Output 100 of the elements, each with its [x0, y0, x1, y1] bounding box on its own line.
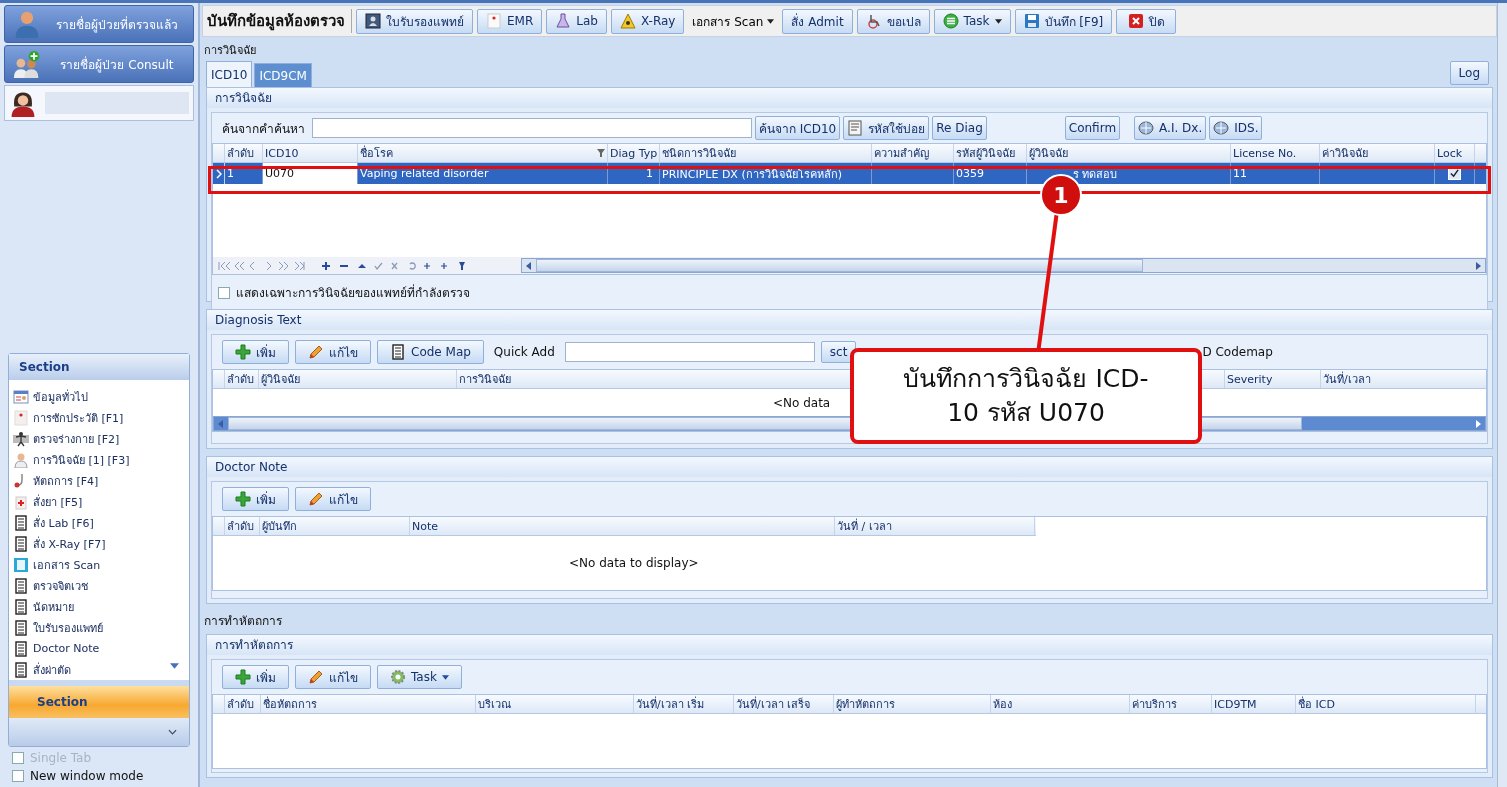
column-header[interactable]: ลำดับ — [225, 370, 259, 388]
vertical-scrollbar[interactable] — [1497, 3, 1507, 787]
close-icon — [1127, 13, 1144, 29]
patient-list-button[interactable]: รายชื่อผู้ป่วยที่ตรวจแล้ว — [4, 5, 194, 43]
table-row[interactable]: 1 U070 Vaping related disorder 1 PRINCIPLE DX (การวินิจฉัยโรคหลัก) 0359 ร ทดสอบ 11 — [213, 163, 1486, 184]
search-field[interactable] — [312, 118, 752, 138]
column-header[interactable]: ห้อง — [991, 695, 1130, 713]
column-header[interactable]: Severity — [1225, 370, 1321, 388]
toolbar-button[interactable]: บันทึก [F9] — [1014, 8, 1113, 34]
column-header[interactable]: วันที่/เวลา เริ่ม — [634, 695, 734, 713]
section-tab[interactable]: Section — [9, 686, 189, 718]
quick-add-field[interactable] — [564, 342, 815, 362]
column-header[interactable]: ICD10 — [263, 144, 358, 162]
document-icon — [847, 120, 864, 136]
column-header[interactable]: Diag Typ — [608, 144, 660, 162]
column-header[interactable]: ความสำคัญ — [872, 144, 954, 162]
section-item[interactable]: หัตถการ [F4] — [13, 470, 185, 491]
toolbar-button[interactable]: ใบรับรองแพทย์ — [356, 8, 473, 34]
patient-list-button[interactable]: รายชื่อผู้ป่วย Consult — [4, 45, 194, 83]
column-header[interactable]: ค่าบริการ — [1130, 695, 1212, 713]
section-item[interactable]: การวินิจฉัย [1] [F3] — [13, 449, 185, 470]
section-item[interactable]: สั่ง Lab [F6] — [13, 512, 185, 533]
document-icon — [390, 344, 406, 360]
toolbar-button[interactable]: ปิด — [1116, 8, 1177, 34]
column-header[interactable]: วันที่/เวลา เสร็จ — [734, 695, 834, 713]
section-item[interactable]: สั่งยา [F5] — [13, 491, 185, 512]
scroll-left-icon[interactable] — [525, 261, 533, 270]
scroll-right-icon[interactable] — [1474, 261, 1482, 270]
search-label: ค้นจากคำค้นหา — [221, 120, 306, 138]
column-header[interactable]: Lock — [1435, 144, 1475, 162]
column-header[interactable]: ชนิดการวินิจฉัย — [660, 144, 872, 162]
column-header[interactable]: วันที่ / เวลา — [835, 517, 1035, 535]
plus-icon — [235, 344, 251, 360]
section-item[interactable]: ตรวจร่างกาย [F2] — [13, 428, 185, 449]
search-button[interactable]: A.I. Dx. — [1134, 116, 1207, 140]
log-button[interactable]: Log — [1449, 61, 1489, 85]
column-header[interactable]: ลำดับ — [225, 695, 261, 713]
column-header[interactable]: ผู้วินิจฉัย — [1027, 144, 1231, 162]
section-item[interactable]: เอกสาร Scan — [13, 554, 185, 575]
section-item[interactable]: Doctor Note — [13, 638, 185, 659]
table-cell: 0359 — [956, 167, 984, 180]
action-button[interactable]: แก้ไข — [295, 487, 371, 511]
column-header[interactable]: บริเวณ — [476, 695, 634, 713]
action-button[interactable]: แก้ไข — [295, 340, 371, 364]
sct-button[interactable]: sct — [820, 341, 857, 363]
search-button[interactable]: Re Diag — [932, 116, 987, 140]
scroll-down-icon[interactable] — [170, 663, 179, 669]
row-pointer-icon — [215, 168, 222, 179]
column-header[interactable]: ICD9TM — [1212, 695, 1296, 713]
section-item[interactable]: สั่ง X-Ray [F7] — [13, 533, 185, 554]
column-header[interactable]: ผู้บันทึก — [260, 517, 410, 535]
toolbar-button[interactable]: เอกสาร Scan — [688, 11, 779, 31]
toolbar-button[interactable]: EMR — [477, 8, 543, 34]
column-header[interactable]: ลำดับ — [225, 144, 263, 162]
empty-message: <No data — [773, 395, 831, 410]
search-button[interactable]: IDS. — [1209, 116, 1263, 140]
table-cell-text: PRINCIPLE DX (การวินิจฉัยโรคหลัก) — [662, 166, 842, 183]
toolbar-button[interactable]: สั่ง Admit — [782, 8, 853, 34]
section-item[interactable]: ตรวจจิตเวช — [13, 575, 185, 596]
section-item[interactable]: ใบรับรองแพทย์ — [13, 617, 185, 638]
action-button[interactable]: เพิ่ม — [222, 665, 289, 689]
column-header[interactable]: ชื่อโรค — [358, 144, 608, 162]
column-header[interactable]: Note — [410, 517, 835, 535]
search-button[interactable]: Confirm — [1064, 116, 1121, 140]
action-button[interactable]: Code Map — [377, 340, 484, 364]
search-button[interactable]: ค้นจาก ICD10 — [755, 116, 841, 140]
record-navigator-drawing[interactable] — [217, 260, 467, 271]
plus-icon — [235, 491, 251, 507]
pencil-icon — [308, 491, 324, 507]
toolbar-button[interactable]: Task — [933, 8, 1011, 34]
column-header[interactable]: ผู้ทำหัตถการ — [834, 695, 991, 713]
window-title: บันทึกข้อมูลห้องตรวจ — [207, 9, 352, 33]
chevron-down-icon[interactable] — [168, 729, 177, 735]
toolbar-button[interactable]: Lab — [546, 8, 607, 34]
section-item[interactable]: สั่งผ่าตัด — [13, 659, 185, 680]
filter-icon[interactable] — [597, 149, 605, 157]
scroll-right-icon[interactable] — [1474, 419, 1482, 428]
column-header[interactable]: รหัสผู้วินิจฉัย — [954, 144, 1027, 162]
action-button[interactable]: Task — [377, 665, 462, 689]
column-header[interactable]: ชื่อหัตถการ — [261, 695, 476, 713]
column-header[interactable]: ผู้วินิจฉัย — [259, 370, 457, 388]
horizontal-scrollbar[interactable] — [521, 258, 1486, 273]
column-header[interactable]: ค่าวินิจฉัย — [1320, 144, 1435, 162]
action-button[interactable]: เพิ่ม — [222, 487, 289, 511]
caret-icon — [441, 674, 449, 680]
column-header[interactable]: ชื่อ ICD — [1296, 695, 1476, 713]
toolbar-button[interactable]: ขอเปล — [856, 8, 930, 34]
column-header[interactable]: License No. — [1231, 144, 1320, 162]
tab[interactable]: ICD10 — [206, 61, 253, 87]
section-item[interactable]: การซักประวัติ [F1] — [13, 407, 185, 428]
flask-icon — [555, 13, 572, 29]
section-item[interactable]: ข้อมูลทั่วไป — [13, 386, 185, 407]
toolbar-button[interactable]: X-Ray — [610, 8, 685, 34]
option-checkbox[interactable]: New window mode — [12, 769, 194, 783]
filter-checkbox[interactable]: แสดงเฉพาะการวินิจฉัยของแพทย์ที่กำลังตรวจ — [212, 275, 1487, 310]
section-item[interactable]: นัดหมาย — [13, 596, 185, 617]
column-header[interactable]: ลำดับ — [225, 517, 260, 535]
action-button[interactable]: เพิ่ม — [222, 340, 289, 364]
action-button[interactable]: แก้ไข — [295, 665, 371, 689]
search-button[interactable]: รหัสใช้บ่อย — [843, 116, 930, 140]
